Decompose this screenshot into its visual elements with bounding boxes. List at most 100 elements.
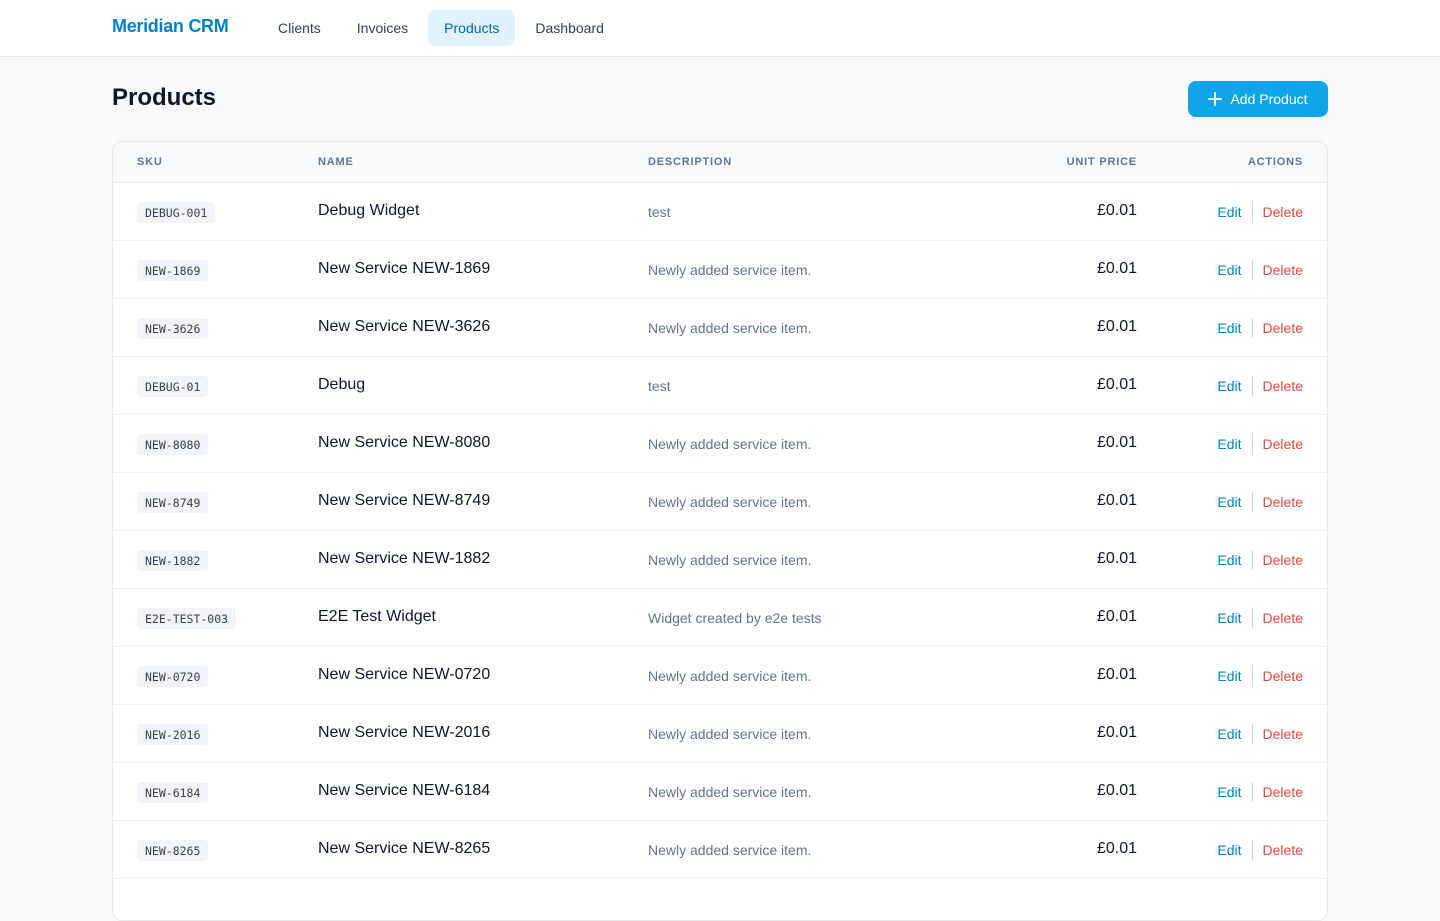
products-table: SKU NAME DESCRIPTION UNIT PRICE ACTIONS … xyxy=(112,141,1328,921)
edit-link[interactable]: Edit xyxy=(1217,784,1241,800)
product-name: New Service NEW-1882 xyxy=(318,550,491,567)
delete-link[interactable]: Delete xyxy=(1263,262,1303,278)
edit-link[interactable]: Edit xyxy=(1217,552,1241,568)
row-actions: Edit Delete xyxy=(1217,782,1303,802)
edit-link[interactable]: Edit xyxy=(1217,378,1241,394)
edit-link[interactable]: Edit xyxy=(1217,436,1241,452)
product-description: Newly added service item. xyxy=(648,668,812,684)
delete-link[interactable]: Delete xyxy=(1263,610,1303,626)
edit-link[interactable]: Edit xyxy=(1217,726,1241,742)
main-nav: Clients Invoices Products Dashboard xyxy=(262,10,620,46)
action-divider xyxy=(1251,492,1253,512)
product-name: Debug xyxy=(318,376,366,393)
action-divider xyxy=(1251,840,1253,860)
top-navigation-bar: Meridian CRM Clients Invoices Products D… xyxy=(0,0,1440,57)
sku-badge: DEBUG-01 xyxy=(137,376,209,397)
sku-badge: NEW-8080 xyxy=(137,434,209,455)
edit-link[interactable]: Edit xyxy=(1217,842,1241,858)
edit-link[interactable]: Edit xyxy=(1217,668,1241,684)
sku-badge: DEBUG-001 xyxy=(137,202,216,223)
table-row: NEW-3626 New Service NEW-3626 Newly added … xyxy=(113,299,1327,357)
sku-badge: NEW-1882 xyxy=(137,550,209,571)
action-divider xyxy=(1251,550,1253,570)
unit-price: £0.01 xyxy=(1096,318,1137,335)
delete-link[interactable]: Delete xyxy=(1263,552,1303,568)
edit-link[interactable]: Edit xyxy=(1217,610,1241,626)
brand-logo-text[interactable]: Meridian CRM xyxy=(112,16,229,37)
delete-link[interactable]: Delete xyxy=(1263,320,1303,336)
table-row: NEW-8080 New Service NEW-8080 Newly added … xyxy=(113,415,1327,473)
product-name: New Service NEW-0720 xyxy=(318,666,491,683)
table-row: NEW-8265 New Service NEW-8265 Newly added … xyxy=(113,821,1327,879)
table-row: DEBUG-001 Debug Widget test £0.01 Edit Delete xyxy=(113,183,1327,241)
product-description: test xyxy=(648,204,671,220)
header-sku: SKU xyxy=(137,156,163,168)
unit-price: £0.01 xyxy=(1096,550,1137,567)
product-name: New Service NEW-6184 xyxy=(318,782,491,799)
delete-link[interactable]: Delete xyxy=(1263,668,1303,684)
table-row: NEW-2016 New Service NEW-2016 Newly added … xyxy=(113,705,1327,763)
sku-badge: NEW-8749 xyxy=(137,492,209,513)
sku-badge: NEW-0720 xyxy=(137,666,209,687)
page-title: Products xyxy=(112,84,217,111)
product-description: Newly added service item. xyxy=(648,494,812,510)
product-name: New Service NEW-2016 xyxy=(318,724,491,741)
sku-badge: NEW-6184 xyxy=(137,782,209,803)
unit-price: £0.01 xyxy=(1096,492,1137,509)
plus-icon xyxy=(1208,92,1223,106)
action-divider xyxy=(1251,666,1253,686)
sku-badge: NEW-2016 xyxy=(137,724,209,745)
unit-price: £0.01 xyxy=(1096,202,1137,219)
product-name: New Service NEW-8080 xyxy=(318,434,491,451)
delete-link[interactable]: Delete xyxy=(1263,378,1303,394)
row-actions: Edit Delete xyxy=(1217,202,1303,222)
header-name: NAME xyxy=(318,156,354,168)
delete-link[interactable]: Delete xyxy=(1263,494,1303,510)
product-name: Debug Widget xyxy=(318,202,420,219)
add-product-button[interactable]: Add Product xyxy=(1188,81,1328,117)
unit-price: £0.01 xyxy=(1096,666,1137,683)
delete-link[interactable]: Delete xyxy=(1263,726,1303,742)
delete-link[interactable]: Delete xyxy=(1263,784,1303,800)
row-actions: Edit Delete xyxy=(1217,608,1303,628)
row-actions: Edit Delete xyxy=(1217,318,1303,338)
delete-link[interactable]: Delete xyxy=(1263,436,1303,452)
row-actions: Edit Delete xyxy=(1217,840,1303,860)
header-unit-price: UNIT PRICE xyxy=(1066,156,1137,168)
product-description: Newly added service item. xyxy=(648,842,812,858)
table-row: NEW-8749 New Service NEW-8749 Newly added … xyxy=(113,473,1327,531)
product-description: Newly added service item. xyxy=(648,726,812,742)
edit-link[interactable]: Edit xyxy=(1217,262,1241,278)
row-actions: Edit Delete xyxy=(1217,434,1303,454)
product-description: Widget created by e2e tests xyxy=(648,610,822,626)
action-divider xyxy=(1251,434,1253,454)
action-divider xyxy=(1251,782,1253,802)
unit-price: £0.01 xyxy=(1096,782,1137,799)
sku-badge: NEW-1869 xyxy=(137,260,209,281)
header-description: DESCRIPTION xyxy=(648,156,732,168)
table-row: NEW-6184 New Service NEW-6184 Newly added … xyxy=(113,763,1327,821)
action-divider xyxy=(1251,724,1253,744)
product-name: New Service NEW-3626 xyxy=(318,318,491,335)
nav-dashboard[interactable]: Dashboard xyxy=(519,10,620,46)
header-actions: ACTIONS xyxy=(1247,156,1303,168)
nav-invoices[interactable]: Invoices xyxy=(341,10,424,46)
unit-price: £0.01 xyxy=(1096,724,1137,741)
delete-link[interactable]: Delete xyxy=(1263,204,1303,220)
row-actions: Edit Delete xyxy=(1217,376,1303,396)
nav-products[interactable]: Products xyxy=(428,10,516,46)
action-divider xyxy=(1251,260,1253,280)
edit-link[interactable]: Edit xyxy=(1217,494,1241,510)
product-name: New Service NEW-8749 xyxy=(318,492,491,509)
edit-link[interactable]: Edit xyxy=(1217,204,1241,220)
table-row: DEBUG-01 Debug test £0.01 Edit Delete xyxy=(113,357,1327,415)
product-description: Newly added service item. xyxy=(648,262,812,278)
unit-price: £0.01 xyxy=(1096,260,1137,277)
delete-link[interactable]: Delete xyxy=(1263,842,1303,858)
row-actions: Edit Delete xyxy=(1217,666,1303,686)
unit-price: £0.01 xyxy=(1096,376,1137,393)
nav-clients[interactable]: Clients xyxy=(262,10,337,46)
product-name: New Service NEW-1869 xyxy=(318,260,491,277)
add-product-label: Add Product xyxy=(1230,91,1308,107)
edit-link[interactable]: Edit xyxy=(1217,320,1241,336)
